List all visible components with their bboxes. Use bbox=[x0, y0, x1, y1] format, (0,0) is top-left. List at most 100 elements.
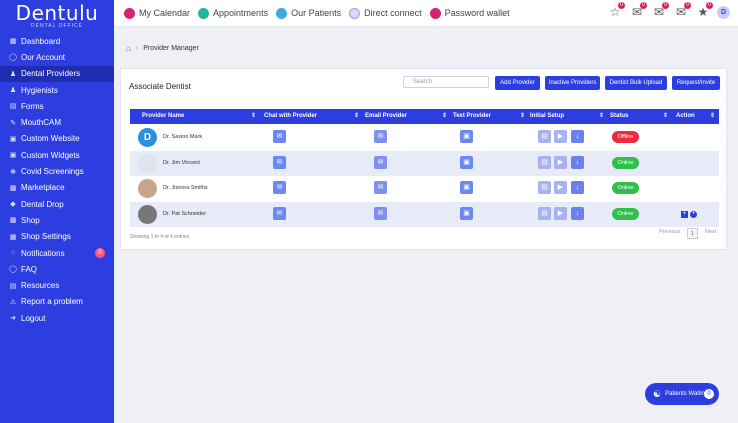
search-input[interactable]: Search bbox=[403, 76, 489, 88]
sidebar-item-label: Dental Providers bbox=[21, 69, 81, 79]
password-wallet-link[interactable]: Password wallet bbox=[429, 7, 510, 19]
sidebar-item-dental-drop[interactable]: ◆ Dental Drop bbox=[0, 196, 114, 212]
cart-icon[interactable]: ☆ 0 bbox=[607, 2, 625, 20]
col-chat[interactable]: Chat with Provider bbox=[264, 109, 317, 124]
drop-icon: ◆ bbox=[10, 201, 16, 209]
sort-icon[interactable]: ⇕ bbox=[251, 109, 256, 124]
email-icon[interactable]: ✉ bbox=[374, 155, 387, 169]
sort-icon[interactable]: ⇕ bbox=[354, 109, 359, 124]
sidebar-item-custom-widgets[interactable]: ▣ Custom Widgets bbox=[0, 147, 114, 163]
trophy-icon[interactable]: ★ 0 bbox=[695, 2, 713, 20]
sidebar-item-custom-website[interactable]: ▣ Custom Website bbox=[0, 131, 114, 147]
sidebar-item-resources[interactable]: ▤ Resources bbox=[0, 277, 114, 293]
col-action[interactable]: Action bbox=[676, 109, 695, 124]
sort-icon[interactable]: ⇕ bbox=[599, 109, 604, 124]
add-action-icon[interactable]: + bbox=[681, 210, 688, 218]
sort-icon[interactable]: ⇕ bbox=[710, 109, 715, 124]
previous-link[interactable]: Previous bbox=[659, 229, 680, 235]
breadcrumb-separator: › bbox=[135, 45, 139, 52]
provider-name: Dr. Savion Mark bbox=[163, 134, 203, 140]
our-patients-link[interactable]: Our Patients bbox=[276, 7, 341, 19]
sidebar-item-logout[interactable]: ➜ Logout bbox=[0, 310, 114, 326]
inactive-providers-button[interactable]: Inactive Providers bbox=[545, 76, 600, 90]
print-icon[interactable]: ▤ bbox=[538, 130, 551, 143]
message-icon[interactable]: ✉ 0 bbox=[673, 2, 691, 20]
bulk-upload-button[interactable]: Dentist Bulk Upload bbox=[605, 76, 667, 90]
my-calendar-link[interactable]: My Calendar bbox=[124, 7, 190, 19]
download-icon[interactable]: ↓ bbox=[571, 155, 584, 169]
sidebar-item-label: MouthCAM bbox=[21, 118, 62, 128]
print-icon[interactable]: ▤ bbox=[538, 155, 551, 169]
text-message-icon[interactable]: ▣ bbox=[460, 155, 473, 169]
waiting-count: 0 bbox=[704, 389, 714, 399]
chat-icon[interactable]: ✉ bbox=[273, 181, 286, 194]
chat-icon[interactable]: ✉ bbox=[273, 206, 286, 220]
sidebar-item-marketplace[interactable]: ▦ Marketplace bbox=[0, 180, 114, 196]
sort-icon[interactable]: ⇕ bbox=[442, 109, 447, 124]
download-icon[interactable]: ↓ bbox=[571, 206, 584, 220]
sidebar-item-mouthcam[interactable]: ✎ MouthCAM bbox=[0, 114, 114, 130]
request-invite-button[interactable]: Request/Invite bbox=[672, 76, 720, 90]
text-message-icon[interactable]: ▣ bbox=[460, 206, 473, 220]
email-icon[interactable]: ✉ bbox=[374, 181, 387, 194]
add-provider-button[interactable]: Add Provider bbox=[495, 76, 540, 90]
email-icon[interactable]: ✉ bbox=[374, 206, 387, 220]
inbox-icon[interactable]: ✉ 0 bbox=[651, 2, 669, 20]
top-icons: ☆ 0 ✉ 0 ✉ 0 ✉ 0 ★ 0 D bbox=[601, 2, 730, 20]
message-badge: 0 bbox=[684, 2, 691, 9]
sidebar-item-shop[interactable]: ▦ Shop bbox=[0, 212, 114, 228]
sort-icon[interactable]: ⇕ bbox=[520, 109, 525, 124]
download-icon[interactable]: ↓ bbox=[571, 181, 584, 194]
col-email[interactable]: Email Provider bbox=[365, 109, 407, 124]
providers-icon: ♟ bbox=[9, 70, 17, 78]
text-message-icon[interactable]: ▣ bbox=[460, 130, 473, 143]
print-icon[interactable]: ▤ bbox=[538, 181, 551, 194]
col-provider-name[interactable]: Provider Name bbox=[142, 109, 184, 124]
sidebar-item-dashboard[interactable]: ▦ Dashboard bbox=[0, 33, 114, 49]
mail-icon[interactable]: ✉ 0 bbox=[629, 2, 647, 20]
logo[interactable]: Dentulu DENTAL OFFICE bbox=[0, 0, 114, 33]
video-icon[interactable]: ▶ bbox=[554, 206, 567, 220]
status-badge: Online bbox=[612, 156, 639, 169]
sidebar-item-dental-providers[interactable]: ♟ Dental Providers bbox=[0, 65, 114, 82]
sidebar-item-shop-settings[interactable]: ▦ Shop Settings bbox=[0, 229, 114, 245]
home-icon[interactable]: ⌂ bbox=[126, 44, 131, 53]
sidebar-item-our-account[interactable]: ◯ Our Account bbox=[0, 49, 114, 65]
patients-waiting-button[interactable]: ☯ Patients Waiting 0 bbox=[645, 383, 719, 405]
sidebar-item-faq[interactable]: ◯ FAQ bbox=[0, 261, 114, 277]
sidebar-item-label: Marketplace bbox=[21, 183, 65, 193]
col-status[interactable]: Status bbox=[610, 109, 628, 124]
video-icon[interactable]: ▶ bbox=[554, 155, 567, 169]
video-icon[interactable]: ▶ bbox=[554, 130, 567, 143]
email-icon[interactable]: ✉ bbox=[374, 130, 387, 143]
appointments-link[interactable]: Appointments bbox=[198, 7, 268, 19]
download-icon[interactable]: ↓ bbox=[571, 130, 584, 143]
logout-icon: ➜ bbox=[10, 315, 16, 323]
chat-icon[interactable]: ✉ bbox=[273, 130, 286, 143]
sidebar-item-forms[interactable]: ▤ Forms bbox=[0, 98, 114, 114]
col-initial-setup[interactable]: Initial Setup bbox=[530, 109, 564, 124]
sidebar-item-notifications[interactable]: ♢ Notifications 0 bbox=[0, 245, 114, 261]
sidebar-item-label: Custom Website bbox=[21, 134, 80, 144]
dashboard-icon: ▦ bbox=[9, 38, 17, 46]
status-badge: Online bbox=[612, 182, 639, 194]
sort-icon[interactable]: ⇕ bbox=[663, 109, 668, 124]
text-message-icon[interactable]: ▣ bbox=[460, 181, 473, 194]
sidebar-item-label: Report a problem bbox=[21, 297, 83, 307]
user-avatar[interactable]: D bbox=[717, 5, 730, 19]
sidebar-item-label: Our Account bbox=[21, 52, 66, 62]
video-icon[interactable]: ▶ bbox=[554, 181, 567, 194]
direct-connect-link[interactable]: Direct connect bbox=[349, 7, 422, 19]
col-text[interactable]: Text Provider bbox=[453, 109, 491, 124]
sidebar-item-report-a-problem[interactable]: ⚠ Report a problem bbox=[0, 294, 114, 310]
chat-icon[interactable]: ✉ bbox=[273, 155, 286, 169]
sidebar-item-covid-screenings[interactable]: ❋ Covid Screenings bbox=[0, 163, 114, 179]
print-icon[interactable]: ▤ bbox=[538, 206, 551, 220]
cart-badge: 0 bbox=[618, 2, 625, 9]
direct-connect-label: Direct connect bbox=[364, 8, 422, 18]
settings-action-icon[interactable]: • bbox=[690, 210, 697, 218]
next-link[interactable]: Next bbox=[705, 229, 716, 235]
provider-name: Dr. Pat Schneider bbox=[163, 210, 207, 217]
page-1-button[interactable]: 1 bbox=[687, 228, 698, 239]
sidebar-item-hygienists[interactable]: ♟ Hygienists bbox=[0, 82, 114, 98]
